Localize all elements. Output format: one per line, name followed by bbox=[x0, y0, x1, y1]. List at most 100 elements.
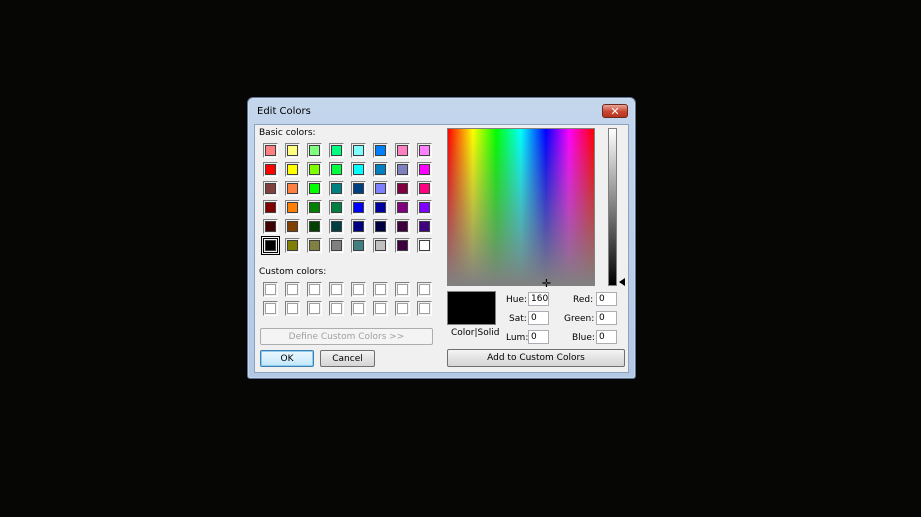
basic-color-swatch[interactable] bbox=[263, 181, 278, 196]
basic-color-swatch[interactable] bbox=[395, 238, 410, 253]
basic-color-swatch-fill bbox=[397, 164, 408, 175]
green-field[interactable]: 0 bbox=[596, 311, 617, 325]
basic-color-swatch[interactable] bbox=[373, 181, 388, 196]
basic-color-swatch[interactable] bbox=[395, 143, 410, 158]
basic-color-swatch[interactable] bbox=[263, 143, 278, 158]
basic-color-swatch[interactable] bbox=[395, 200, 410, 215]
close-button[interactable]: ✕ bbox=[602, 104, 628, 118]
basic-color-swatch[interactable] bbox=[417, 143, 432, 158]
custom-color-swatch[interactable] bbox=[263, 282, 278, 297]
luminosity-slider[interactable] bbox=[608, 128, 617, 286]
custom-color-swatch[interactable] bbox=[373, 282, 388, 297]
basic-color-swatch[interactable] bbox=[417, 181, 432, 196]
basic-color-swatch[interactable] bbox=[261, 236, 280, 255]
basic-color-swatch-fill bbox=[419, 221, 430, 232]
basic-color-swatch[interactable] bbox=[285, 200, 300, 215]
basic-color-swatch[interactable] bbox=[373, 200, 388, 215]
basic-color-swatch[interactable] bbox=[373, 238, 388, 253]
basic-color-swatch[interactable] bbox=[285, 219, 300, 234]
red-field[interactable]: 0 bbox=[596, 292, 617, 306]
custom-color-swatch-fill bbox=[353, 284, 364, 295]
basic-color-swatch[interactable] bbox=[351, 181, 366, 196]
basic-color-swatch[interactable] bbox=[285, 238, 300, 253]
basic-color-swatch[interactable] bbox=[285, 143, 300, 158]
basic-color-swatch[interactable] bbox=[307, 219, 322, 234]
basic-color-swatch-fill bbox=[419, 240, 430, 251]
custom-color-swatch[interactable] bbox=[395, 301, 410, 316]
basic-color-swatch-fill bbox=[309, 183, 320, 194]
basic-color-swatch[interactable] bbox=[395, 181, 410, 196]
ok-button[interactable]: OK bbox=[260, 350, 314, 367]
basic-color-swatch[interactable] bbox=[373, 162, 388, 177]
blue-label: Blue: bbox=[572, 333, 595, 343]
custom-color-swatch[interactable] bbox=[329, 282, 344, 297]
custom-color-swatch[interactable] bbox=[373, 301, 388, 316]
define-custom-colors-button[interactable]: Define Custom Colors >> bbox=[260, 328, 433, 345]
basic-color-swatch-fill bbox=[375, 164, 386, 175]
custom-color-swatch[interactable] bbox=[351, 301, 366, 316]
basic-color-swatch[interactable] bbox=[285, 162, 300, 177]
basic-color-swatch-fill bbox=[397, 202, 408, 213]
lum-field[interactable]: 0 bbox=[528, 330, 549, 344]
basic-color-swatch[interactable] bbox=[285, 181, 300, 196]
sat-field[interactable]: 0 bbox=[528, 311, 549, 325]
basic-color-swatch[interactable] bbox=[307, 238, 322, 253]
basic-color-swatch[interactable] bbox=[373, 143, 388, 158]
basic-color-swatch[interactable] bbox=[329, 162, 344, 177]
color-spectrum[interactable]: ✛ bbox=[447, 128, 595, 289]
basic-color-swatch[interactable] bbox=[351, 162, 366, 177]
custom-color-swatch[interactable] bbox=[351, 282, 366, 297]
basic-color-swatch[interactable] bbox=[329, 143, 344, 158]
basic-color-swatch-fill bbox=[375, 145, 386, 156]
luminosity-arrow-icon[interactable] bbox=[619, 278, 625, 286]
basic-color-swatch[interactable] bbox=[329, 181, 344, 196]
custom-color-swatch[interactable] bbox=[307, 282, 322, 297]
basic-color-swatch[interactable] bbox=[417, 238, 432, 253]
basic-color-swatch[interactable] bbox=[351, 200, 366, 215]
basic-color-swatch[interactable] bbox=[373, 219, 388, 234]
basic-color-swatch[interactable] bbox=[307, 200, 322, 215]
basic-color-swatch[interactable] bbox=[307, 181, 322, 196]
custom-color-swatch[interactable] bbox=[417, 282, 432, 297]
title-bar[interactable]: Edit Colors ✕ bbox=[248, 98, 635, 124]
custom-color-swatch[interactable] bbox=[307, 301, 322, 316]
basic-color-swatch[interactable] bbox=[351, 143, 366, 158]
color-preview[interactable] bbox=[447, 291, 496, 325]
custom-color-swatch-fill bbox=[331, 303, 342, 314]
custom-color-swatch[interactable] bbox=[395, 282, 410, 297]
basic-color-swatch[interactable] bbox=[329, 200, 344, 215]
close-icon: ✕ bbox=[610, 104, 620, 118]
basic-color-swatch[interactable] bbox=[329, 238, 344, 253]
basic-color-swatch-fill bbox=[331, 202, 342, 213]
basic-color-swatch[interactable] bbox=[307, 143, 322, 158]
basic-color-swatch[interactable] bbox=[417, 200, 432, 215]
custom-color-swatch[interactable] bbox=[417, 301, 432, 316]
basic-color-swatch[interactable] bbox=[395, 162, 410, 177]
custom-color-swatch[interactable] bbox=[285, 301, 300, 316]
basic-color-swatch-fill bbox=[419, 145, 430, 156]
basic-color-swatch-fill bbox=[375, 221, 386, 232]
basic-color-swatch[interactable] bbox=[351, 238, 366, 253]
basic-color-swatch-fill bbox=[309, 145, 320, 156]
hue-field[interactable]: 160 bbox=[528, 292, 549, 306]
basic-color-swatch[interactable] bbox=[263, 200, 278, 215]
basic-color-swatch[interactable] bbox=[417, 162, 432, 177]
blue-field[interactable]: 0 bbox=[596, 330, 617, 344]
basic-color-swatch[interactable] bbox=[417, 219, 432, 234]
crosshair-icon[interactable]: ✛ bbox=[541, 278, 552, 289]
basic-color-swatch[interactable] bbox=[329, 219, 344, 234]
custom-color-swatch[interactable] bbox=[263, 301, 278, 316]
custom-color-swatch[interactable] bbox=[329, 301, 344, 316]
custom-color-swatch-fill bbox=[265, 284, 276, 295]
lum-label: Lum: bbox=[506, 333, 529, 343]
basic-color-swatch[interactable] bbox=[351, 219, 366, 234]
custom-color-swatch[interactable] bbox=[285, 282, 300, 297]
basic-color-swatch[interactable] bbox=[263, 219, 278, 234]
basic-color-swatch-fill bbox=[265, 240, 276, 251]
cancel-button[interactable]: Cancel bbox=[320, 350, 375, 367]
basic-color-swatch[interactable] bbox=[395, 219, 410, 234]
custom-color-swatch-fill bbox=[397, 303, 408, 314]
basic-color-swatch[interactable] bbox=[263, 162, 278, 177]
add-to-custom-colors-button[interactable]: Add to Custom Colors bbox=[447, 349, 625, 367]
basic-color-swatch[interactable] bbox=[307, 162, 322, 177]
